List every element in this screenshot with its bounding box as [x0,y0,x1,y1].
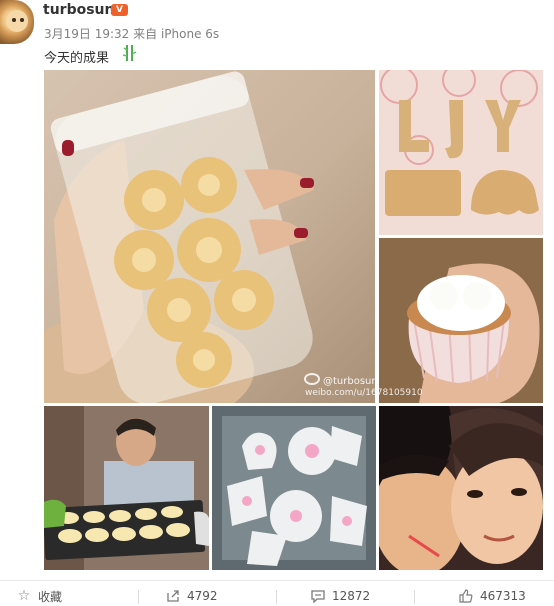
letter-cookies-photo [380,70,539,216]
favorite-button[interactable]: ☆ 收藏 [16,586,62,606]
post-source: 来自 iPhone 6s [133,27,220,41]
cupcake-photo [379,238,543,403]
image-tile-cupcake[interactable] [379,238,543,403]
avatar[interactable] [0,0,34,44]
avatar-face [6,10,28,32]
username[interactable]: turbosun [43,2,114,18]
like-button[interactable]: 467313 [458,586,526,606]
watermark-brand: @turbosun [323,376,378,387]
like-count: 467313 [480,589,526,603]
wrapped-cookies-photo [212,406,376,570]
star-icon: ☆ [17,588,31,604]
action-separator [414,590,415,604]
image-tile-selfie[interactable] [379,406,543,570]
comment-count: 12872 [332,589,371,603]
image-tile-letter-cookies[interactable] [379,70,543,235]
comment-icon [310,588,326,604]
share-icon [165,588,181,604]
cookie-jar-photo [44,71,314,403]
thumbs-up-icon [458,588,474,604]
favorite-label: 收藏 [38,589,63,604]
post-meta: 3月19日 19:32 来自 iPhone 6s [44,25,219,42]
watermark-url: weibo.com/u/1678105910 [305,388,423,398]
selfie-photo [379,406,543,570]
vip-badge[interactable]: V [111,4,128,16]
repost-count: 4792 [187,589,218,603]
comment-button[interactable]: 12872 [310,586,370,606]
action-bar-divider [0,580,554,581]
post-text: 今天的成果 [44,51,110,66]
image-tile-cookie-jar[interactable] [44,70,375,403]
weibo-logo-icon [304,373,320,385]
avatar-eye-left [12,18,16,22]
action-separator [276,590,277,604]
bamboo-emoji-icon [122,45,137,61]
image-tile-wrapped-cookies[interactable] [212,406,376,570]
action-separator [138,590,139,604]
image-tile-man-tray[interactable] [44,406,209,570]
avatar-eye-right [20,18,24,22]
man-tray-photo [44,406,209,570]
post-timestamp[interactable]: 3月19日 19:32 [44,27,129,41]
repost-button[interactable]: 4792 [165,586,218,606]
